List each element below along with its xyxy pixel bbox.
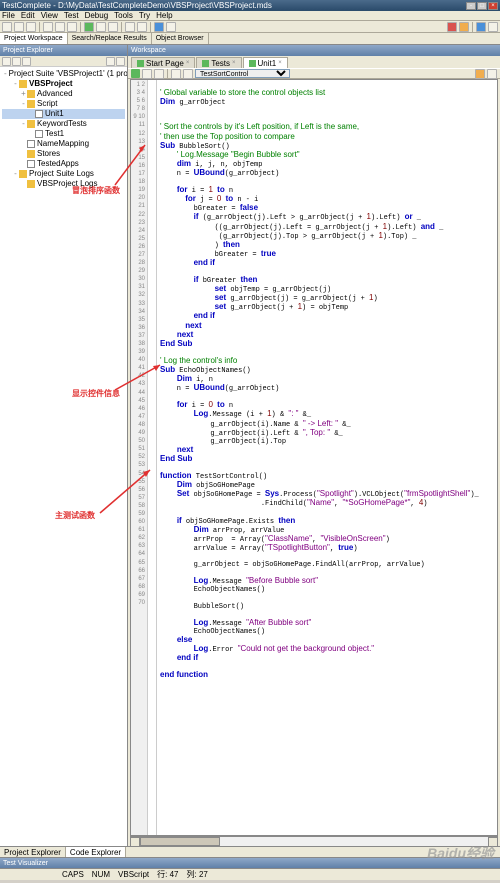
code-content[interactable]: ' Global variable to store the control o…: [157, 80, 497, 835]
tree-item[interactable]: -KeywordTests: [2, 119, 125, 129]
title-bar: TestComplete - D:\MyData\TestCompleteDem…: [0, 0, 500, 11]
minimize-button[interactable]: -: [466, 2, 476, 10]
step-icon[interactable]: [154, 22, 164, 32]
ed-tool2-icon[interactable]: [154, 69, 164, 79]
line-gutter: 1 2 3 4 5 6 7 8 9 10 11 12 13 14 15 16 1…: [131, 80, 148, 835]
run-script-icon[interactable]: [131, 69, 140, 78]
scroll-thumb[interactable]: [140, 837, 220, 846]
sb-filter-icon[interactable]: [106, 57, 115, 66]
menu-view[interactable]: View: [41, 11, 58, 20]
help-icon[interactable]: [476, 22, 486, 32]
editor-toolbar: TestSortControl: [128, 68, 500, 79]
tree-item[interactable]: Stores: [2, 149, 125, 159]
tool-red-icon[interactable]: [447, 22, 457, 32]
tab-project-workspace[interactable]: Project Workspace: [0, 33, 68, 44]
maximize-button[interactable]: □: [477, 2, 487, 10]
sidebar-title: Project Explorer: [0, 45, 127, 56]
step-over-icon[interactable]: [166, 22, 176, 32]
tree-item[interactable]: -Project Suite Logs: [2, 169, 125, 179]
ed-find-icon[interactable]: [171, 69, 181, 79]
bottom-panel-title[interactable]: Test Visualizer: [0, 858, 500, 868]
tree-item[interactable]: -Script: [2, 99, 125, 109]
sb-refresh-icon[interactable]: [12, 57, 21, 66]
tree-item[interactable]: Test1: [2, 129, 125, 139]
ed-menu-icon[interactable]: [487, 69, 497, 79]
status-lang: VBScript: [118, 870, 149, 879]
status-num: NUM: [92, 870, 110, 879]
tab-startpage[interactable]: Start Page×: [131, 57, 195, 68]
fold-gutter[interactable]: [148, 80, 157, 835]
close-icon[interactable]: ×: [278, 60, 282, 66]
tool-orange-icon[interactable]: [459, 22, 469, 32]
tab-unit1[interactable]: Unit1×: [243, 57, 288, 68]
ed-nav-icon[interactable]: [183, 69, 193, 79]
bottab-code-explorer[interactable]: Code Explorer: [66, 847, 126, 857]
editor-tabs: Start Page× Tests× Unit1×: [128, 56, 500, 68]
tree-item[interactable]: VBSProject Logs: [2, 179, 125, 189]
sidebar-toolbar: [0, 56, 127, 67]
editor-area: Workspace Start Page× Tests× Unit1× Test…: [128, 45, 500, 846]
run-project-icon[interactable]: [96, 22, 106, 32]
paste-icon[interactable]: [67, 22, 77, 32]
sb-add-icon[interactable]: [2, 57, 11, 66]
close-icon[interactable]: ×: [232, 60, 236, 66]
status-bar: CAPS NUM VBScript 行: 47 列: 27: [0, 868, 500, 880]
watermark: Baidu经验: [427, 843, 494, 863]
tree-item[interactable]: TestedApps: [2, 159, 125, 169]
ed-tool-icon[interactable]: [142, 69, 152, 79]
tree-item[interactable]: -VBSProject: [2, 79, 125, 89]
tab-search-results[interactable]: Search/Replace Results: [68, 33, 152, 44]
scroll-left-icon[interactable]: [130, 837, 140, 847]
menu-file[interactable]: File: [2, 11, 15, 20]
status-line: 行: 47: [157, 869, 178, 880]
copy-icon[interactable]: [55, 22, 65, 32]
status-col: 列: 27: [187, 869, 208, 880]
menu-test[interactable]: Test: [64, 11, 79, 20]
open-icon[interactable]: [14, 22, 24, 32]
pause-icon[interactable]: [137, 22, 147, 32]
status-caps: CAPS: [62, 870, 84, 879]
project-tree[interactable]: -Project Suite 'VBSProject1' (1 project)…: [0, 67, 127, 846]
menu-help[interactable]: Help: [156, 11, 172, 20]
bottab-project-explorer[interactable]: Project Explorer: [0, 847, 66, 857]
cut-icon[interactable]: [43, 22, 53, 32]
menu-try[interactable]: Try: [139, 11, 150, 20]
menu-tools[interactable]: Tools: [114, 11, 133, 20]
function-select[interactable]: TestSortControl: [195, 69, 290, 78]
sb-more-icon[interactable]: [116, 57, 125, 66]
bottom-tabs: Project Explorer Code Explorer: [0, 846, 500, 857]
run-icon[interactable]: [84, 22, 94, 32]
tree-item[interactable]: NameMapping: [2, 139, 125, 149]
main-toolbar: [0, 21, 500, 33]
workspace-tabs: Project Workspace Search/Replace Results…: [0, 33, 500, 45]
sb-prop-icon[interactable]: [22, 57, 31, 66]
save-icon[interactable]: [26, 22, 36, 32]
menu-edit[interactable]: Edit: [21, 11, 35, 20]
close-icon[interactable]: ×: [186, 60, 190, 66]
tree-item[interactable]: Unit1: [2, 109, 125, 119]
editor-panel-title: Workspace: [128, 45, 500, 56]
tab-tests[interactable]: Tests×: [196, 57, 241, 68]
menu-debug[interactable]: Debug: [85, 11, 109, 20]
record-icon[interactable]: [125, 22, 135, 32]
menu-bar: File Edit View Test Debug Tools Try Help: [0, 11, 500, 21]
close-button[interactable]: ×: [488, 2, 498, 10]
ed-opt-icon[interactable]: [475, 69, 485, 79]
new-icon[interactable]: [2, 22, 12, 32]
window-title: TestComplete - D:\MyData\TestCompleteDem…: [2, 1, 466, 10]
tab-object-browser[interactable]: Object Browser: [152, 33, 209, 44]
options-icon[interactable]: [488, 22, 498, 32]
tree-item[interactable]: -Project Suite 'VBSProject1' (1 project): [2, 69, 125, 79]
stop-icon[interactable]: [108, 22, 118, 32]
sidebar: Project Explorer -Project Suite 'VBSProj…: [0, 45, 128, 846]
code-editor[interactable]: 1 2 3 4 5 6 7 8 9 10 11 12 13 14 15 16 1…: [130, 79, 498, 836]
tree-item[interactable]: +Advanced: [2, 89, 125, 99]
